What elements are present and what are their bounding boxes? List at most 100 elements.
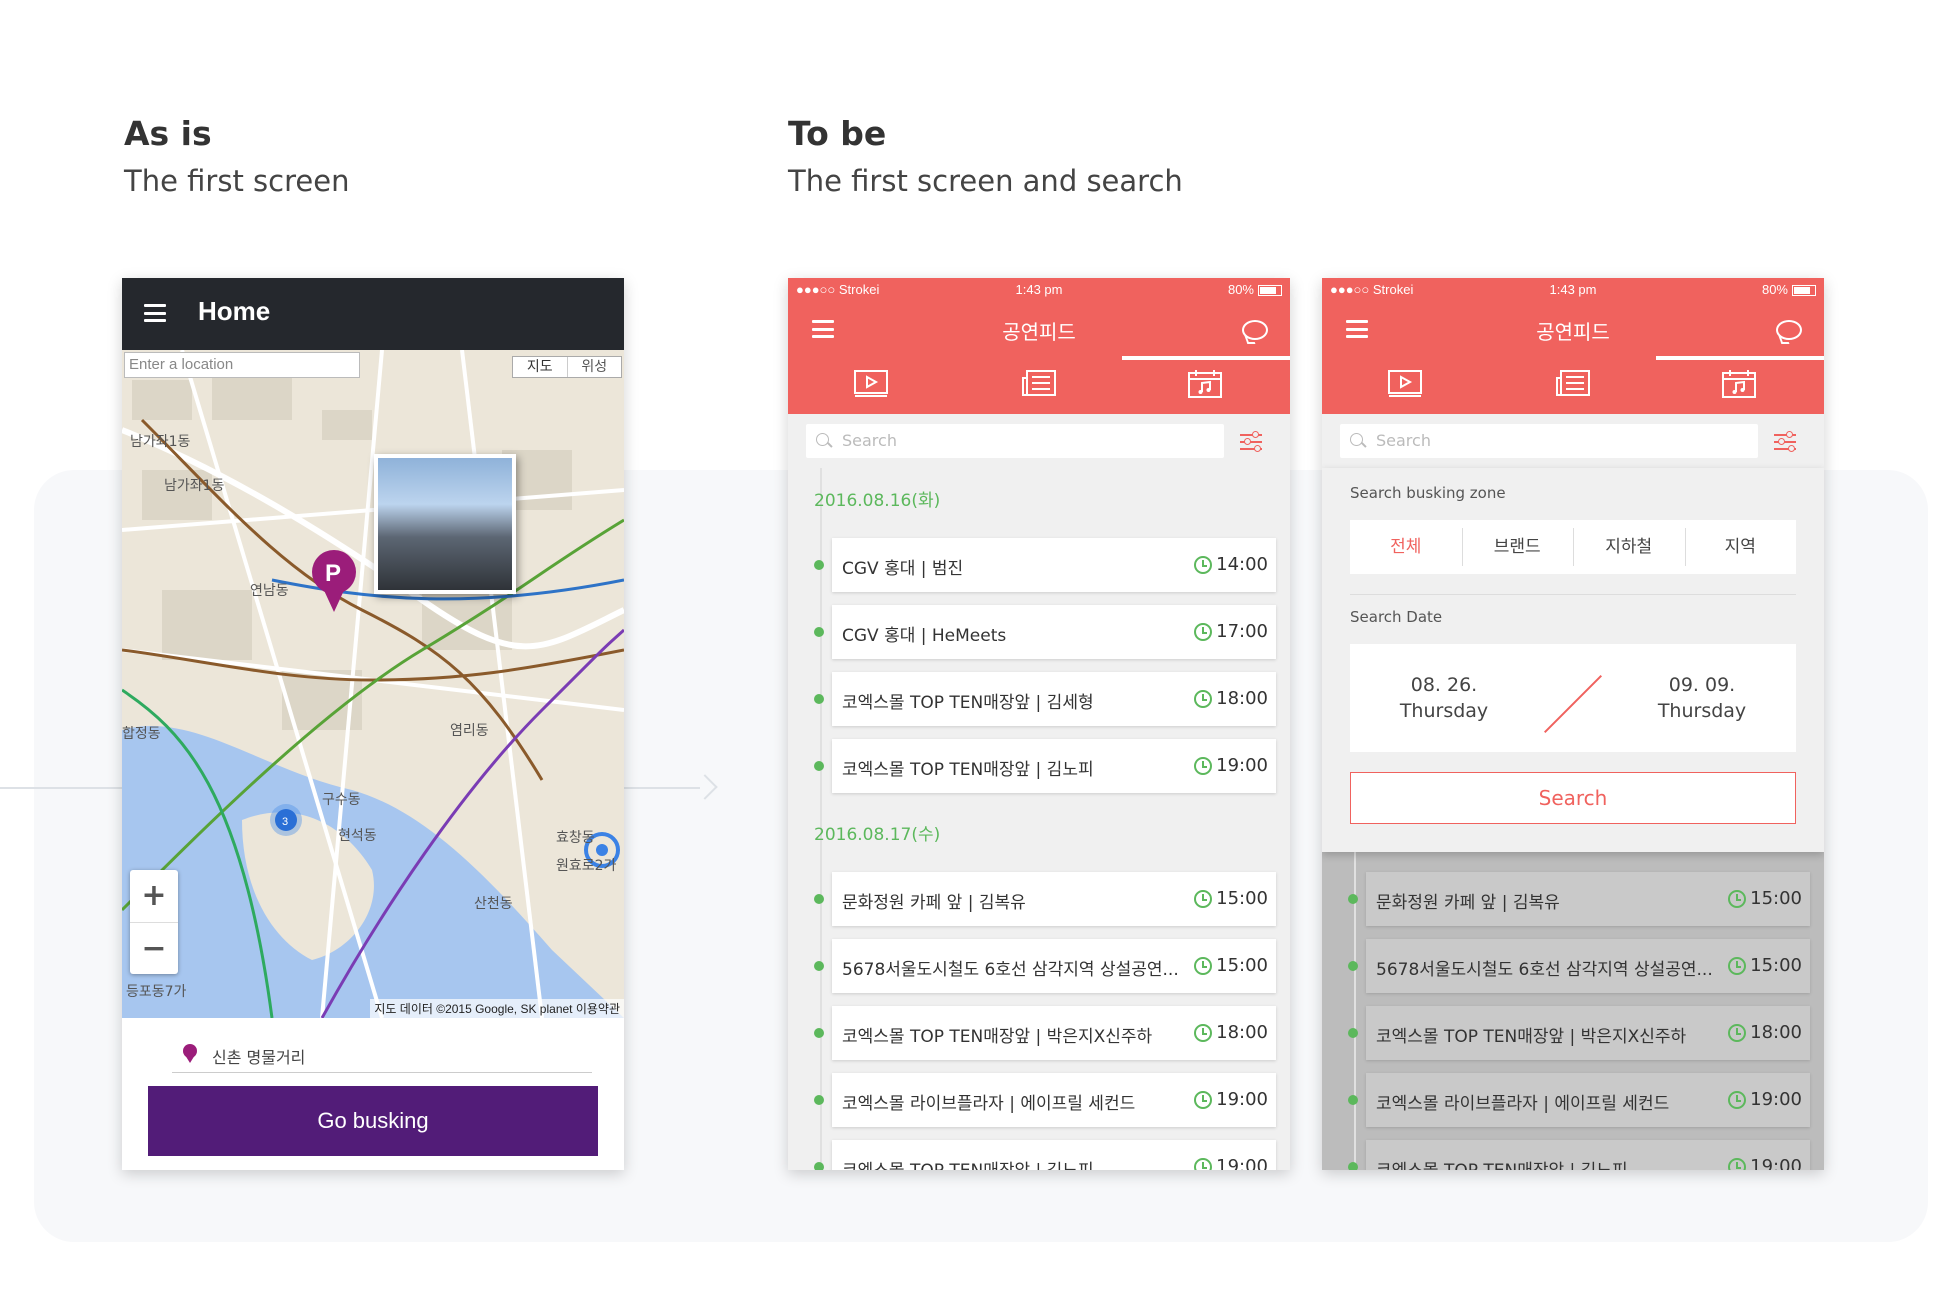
map-type-satellite[interactable]: 위성 xyxy=(566,357,622,377)
svg-text:남가좌1동: 남가좌1동 xyxy=(130,434,191,450)
feed-item[interactable]: 코엑스몰 TOP TEN매장앞 | 김세형 18:00 xyxy=(814,672,1276,726)
status-time: 1:43 pm xyxy=(1015,282,1063,297)
zone-label: Search busking zone xyxy=(1350,484,1506,502)
status-time: 1:43 pm xyxy=(1549,282,1597,297)
streetview-photo[interactable] xyxy=(374,454,516,594)
map-search-input[interactable]: Enter a location xyxy=(124,352,360,378)
zoom-control: + − xyxy=(130,870,178,974)
svg-text:합정동: 합정동 xyxy=(122,726,161,742)
chat-icon[interactable] xyxy=(1242,320,1268,340)
tobe-heading: To be xyxy=(788,114,887,153)
svg-text:연남동: 연남동 xyxy=(250,583,289,599)
status-bar: ●●●○○ Strokei 1:43 pm 80% xyxy=(1322,278,1824,300)
clock-icon xyxy=(1194,957,1212,975)
search-icon xyxy=(816,433,829,446)
feed-item: 코엑스몰 TOP TEN매장앞 | 김노피19:00 xyxy=(1348,1140,1810,1170)
date-header: 2016.08.16(화) xyxy=(814,491,941,511)
battery-icon xyxy=(1258,285,1282,297)
tobe-search-phone: ●●●○○ Strokei 1:43 pm 80% 공연피드 Search 문화… xyxy=(1322,278,1824,1170)
active-tab-indicator xyxy=(1656,356,1824,360)
feed-item[interactable]: 코엑스몰 라이브플라자 | 에이프릴 세컨드 19:00 xyxy=(814,1073,1276,1127)
svg-text:효창동: 효창동 xyxy=(556,830,595,846)
tab-calendar-music-icon[interactable] xyxy=(1188,370,1222,398)
zone-option-subway[interactable]: 지하철 xyxy=(1573,520,1685,574)
map-type-toggle[interactable]: 지도 위성 xyxy=(512,356,622,378)
date-range-picker: 08. 26. Thursday 09. 09. Thursday xyxy=(1350,644,1796,752)
header-title: 공연피드 xyxy=(1536,320,1610,344)
zone-option-brand[interactable]: 브랜드 xyxy=(1461,520,1574,574)
search-input[interactable]: Search xyxy=(1340,424,1758,458)
clock-icon xyxy=(1194,757,1212,775)
tab-news-icon[interactable] xyxy=(1022,370,1056,398)
feed-item[interactable]: 코엑스몰 TOP TEN매장앞 | 김노피19:00 xyxy=(814,739,1276,793)
chat-icon[interactable] xyxy=(1776,320,1802,340)
tab-calendar-music-icon[interactable] xyxy=(1722,370,1756,398)
tab-video-icon[interactable] xyxy=(854,370,888,398)
header-title: 공연피드 xyxy=(1002,320,1076,344)
clock-icon xyxy=(1728,1091,1746,1109)
end-date[interactable]: 09. 09. Thursday xyxy=(1622,672,1782,724)
date-label: Search Date xyxy=(1350,608,1443,626)
svg-text:산천동: 산천동 xyxy=(474,896,513,912)
app-header: Home xyxy=(122,278,624,350)
clock-icon xyxy=(1194,1158,1212,1170)
feed-item[interactable]: 5678서울도시철도 6호선 삼각지역 상설공연... 15:00 xyxy=(814,939,1276,993)
feed-item: 코엑스몰 TOP TEN매장앞 | 박은지X신주하 18:00 xyxy=(1348,1006,1810,1060)
zoom-in-button[interactable]: + xyxy=(130,870,178,922)
tobe-feed-phone: ●●●○○ Strokei 1:43 pm 80% 공연피드 Search 20… xyxy=(788,278,1290,1170)
feed-item[interactable]: 코엑스몰 TOP TEN매장앞 | 박은지X신주하 18:00 xyxy=(814,1006,1276,1060)
svg-text:염리동: 염리동 xyxy=(450,723,489,739)
location-pin-icon xyxy=(183,1044,197,1063)
date-header: 2016.08.17(수) xyxy=(814,825,941,845)
clock-icon xyxy=(1194,690,1212,708)
tab-news-icon[interactable] xyxy=(1556,370,1590,398)
feed-item: 코엑스몰 라이브플라자 | 에이프릴 세컨드 19:00 xyxy=(1348,1073,1810,1127)
tobe-subheading: The first screen and search xyxy=(788,164,1183,198)
feed-item[interactable]: CGV 홍대 | HeMeets 17:00 xyxy=(814,605,1276,659)
feed-item[interactable]: CGV 홍대 | 범진 14:00 xyxy=(814,538,1276,592)
zone-option-region[interactable]: 지역 xyxy=(1684,520,1797,574)
location-text: 신촌 명물거리 xyxy=(212,1048,306,1067)
svg-text:현석동: 현석동 xyxy=(338,828,377,844)
status-battery: 80% xyxy=(1228,282,1282,297)
feed-item: 문화정원 카페 앞 | 김복유 15:00 xyxy=(1348,872,1810,926)
clock-icon xyxy=(1194,556,1212,574)
clock-icon xyxy=(1728,1158,1746,1170)
asis-heading: As is xyxy=(124,114,212,153)
clock-icon xyxy=(1194,1024,1212,1042)
search-icon xyxy=(1350,433,1363,446)
map-view[interactable]: 3 P 남가좌1동 남가좌1동 연남동 합정동 구수동 현석동 염리동 산천동 효창동 원효… xyxy=(122,350,624,1018)
search-button[interactable]: Search xyxy=(1350,772,1796,824)
search-input[interactable]: Search xyxy=(806,424,1224,458)
filter-icon[interactable] xyxy=(1774,430,1796,452)
battery-icon xyxy=(1792,285,1816,297)
app-header: ●●●○○ Strokei 1:43 pm 80% 공연피드 xyxy=(788,278,1290,414)
filter-icon[interactable] xyxy=(1240,430,1262,452)
go-busking-button[interactable]: Go busking xyxy=(148,1086,598,1156)
clock-icon xyxy=(1194,890,1212,908)
map-type-map[interactable]: 지도 xyxy=(513,357,567,377)
asis-subheading: The first screen xyxy=(124,164,350,198)
header-title: Home xyxy=(198,296,271,326)
zoom-out-button[interactable]: − xyxy=(130,922,178,975)
feed-item[interactable]: 코엑스몰 TOP TEN매장앞 | 김노피19:00 xyxy=(814,1140,1276,1170)
svg-text:원효로2가: 원효로2가 xyxy=(556,858,617,874)
location-field[interactable]: 신촌 명물거리 xyxy=(172,1038,592,1073)
asis-phone: Home 3 P 남가좌1동 남가좌1동 연남동 합정동 구수동 현석동 염리동… xyxy=(122,278,624,1170)
clock-icon xyxy=(1728,957,1746,975)
feed-item[interactable]: 문화정원 카페 앞 | 김복유 15:00 xyxy=(814,872,1276,926)
tab-video-icon[interactable] xyxy=(1388,370,1422,398)
zone-option-all[interactable]: 전체 xyxy=(1350,520,1462,574)
feed-item: 5678서울도시철도 6호선 삼각지역 상설공연... 15:00 xyxy=(1348,939,1810,993)
svg-text:남가좌1동: 남가좌1동 xyxy=(164,478,225,494)
feed-list: 2016.08.16(화) CGV 홍대 | 범진 14:00 CGV 홍대 | … xyxy=(788,468,1290,1170)
svg-text:구수동: 구수동 xyxy=(322,792,361,808)
svg-text:등포동7가: 등포동7가 xyxy=(126,984,187,1000)
start-date[interactable]: 08. 26. Thursday xyxy=(1364,672,1524,724)
svg-text:P: P xyxy=(325,560,341,587)
app-header: ●●●○○ Strokei 1:43 pm 80% 공연피드 xyxy=(1322,278,1824,414)
menu-icon[interactable] xyxy=(144,304,166,322)
timeline-line xyxy=(820,468,822,1170)
svg-text:3: 3 xyxy=(282,816,288,828)
search-bar: Search xyxy=(788,414,1290,468)
